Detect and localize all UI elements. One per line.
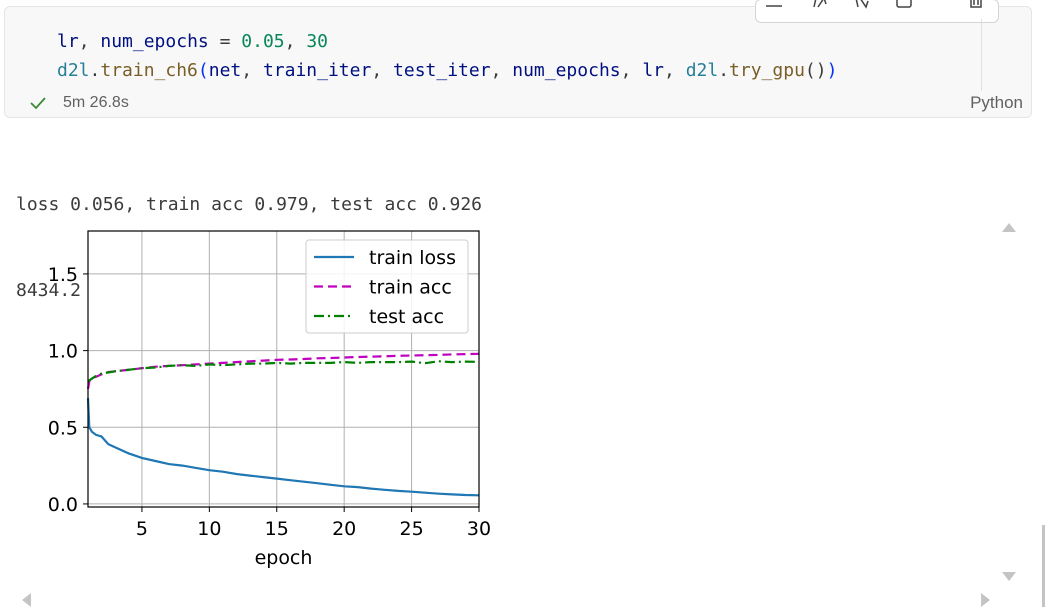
code-cell[interactable]: lr, num_epochs = 0.05, 30 d2l.train_ch6(n… (4, 0, 1032, 118)
x-tick-label: 15 (265, 518, 289, 540)
code-token: train_iter (262, 60, 372, 81)
cell-toolbar (755, 0, 999, 23)
code-token: d2l (57, 60, 90, 81)
y-tick-label: 1.5 (48, 264, 78, 286)
delete-icon[interactable] (966, 0, 986, 12)
code-token: num_epochs (512, 60, 621, 81)
code-token: . (89, 60, 101, 81)
code-line[interactable]: d2l.train_ch6(net, train_iter, test_iter… (57, 56, 837, 85)
code-token: 30 (306, 31, 328, 52)
code-token: net (208, 60, 242, 81)
code-token: test_iter (393, 60, 491, 81)
code-token: , (664, 60, 686, 81)
code-editor[interactable]: lr, num_epochs = 0.05, 30 d2l.train_ch6(n… (57, 27, 837, 85)
code-token: d2l (685, 60, 719, 81)
code-token: 0.05 (241, 31, 285, 52)
y-tick-label: 0.5 (48, 417, 78, 439)
code-token: , (620, 60, 643, 81)
code-token: . (718, 60, 730, 81)
code-line[interactable]: lr, num_epochs = 0.05, 30 (57, 27, 837, 56)
menu-icon[interactable] (764, 0, 784, 12)
code-token: () (804, 60, 827, 81)
code-token: , (78, 31, 101, 52)
y-tick-label: 0.0 (48, 494, 78, 516)
legend-label: train loss (369, 247, 456, 269)
code-token: , (241, 60, 263, 81)
language-indicator[interactable]: Python (970, 93, 1023, 113)
code-token: , (371, 60, 394, 81)
y-tick-label: 1.0 (48, 341, 78, 363)
code-token: = (208, 31, 242, 52)
code-token: , (490, 60, 513, 81)
scroll-up-arrow-icon[interactable] (1001, 221, 1017, 233)
vertical-scrollbar-thumb[interactable] (1042, 525, 1045, 607)
code-token: , (284, 31, 307, 52)
code-token: num_epochs (100, 31, 209, 52)
split-cell-icon[interactable] (894, 0, 914, 12)
legend-label: test acc (369, 306, 444, 328)
scroll-down-arrow-icon[interactable] (1001, 571, 1017, 583)
code-token: train_ch6 (100, 60, 198, 81)
check-icon (30, 97, 46, 110)
x-tick-label: 30 (467, 518, 491, 540)
x-tick-label: 10 (197, 518, 221, 540)
x-axis-label: epoch (255, 547, 313, 569)
scrollbar-divider (981, 19, 982, 91)
code-token: ( (197, 60, 209, 81)
x-tick-label: 25 (399, 518, 423, 540)
training-chart: 5 10 15 20 25 30 0.0 0.5 1.0 1.5 epoch train loss tr… (48, 230, 491, 569)
scroll-right-arrow-icon[interactable] (980, 592, 992, 608)
code-token: try_gpu (729, 60, 805, 81)
scroll-left-arrow-icon[interactable] (20, 592, 32, 608)
x-tick-label: 5 (136, 518, 148, 540)
code-token: lr (642, 60, 664, 81)
code-token: ) (826, 60, 838, 81)
legend-label: train acc (369, 277, 452, 299)
run-below-icon[interactable] (852, 0, 872, 12)
execution-status: 5m 26.8s (29, 93, 129, 113)
code-token: lr (57, 31, 79, 52)
run-above-icon[interactable] (810, 0, 830, 12)
x-tick-label: 20 (332, 518, 356, 540)
execution-time: 5m 26.8s (63, 94, 129, 111)
